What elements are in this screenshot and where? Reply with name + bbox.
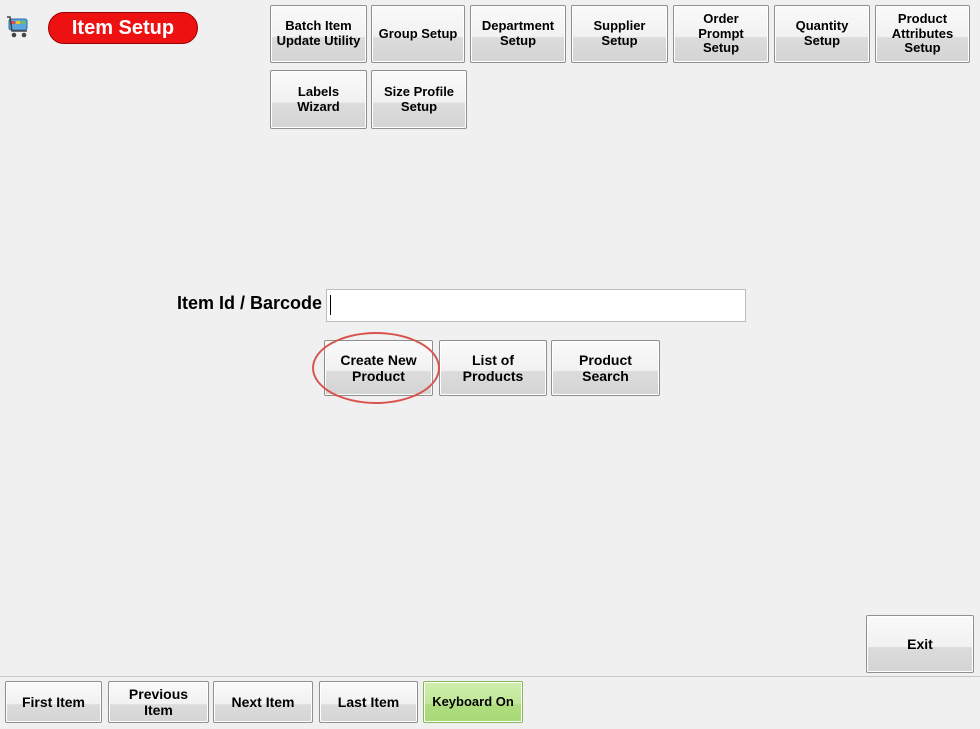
department-setup-button[interactable]: Department Setup [470,5,566,63]
first-item-button[interactable]: First Item [5,681,102,723]
supplier-setup-button[interactable]: Supplier Setup [571,5,668,63]
page-title: Item Setup [48,12,198,44]
exit-button[interactable]: Exit [866,615,974,673]
labels-wizard-button[interactable]: Labels Wizard [270,70,367,129]
product-attributes-setup-button[interactable]: Product Attributes Setup [875,5,970,63]
text-cursor [330,295,331,315]
keyboard-on-toggle[interactable]: Keyboard On [423,681,523,723]
create-new-product-button[interactable]: Create New Product [324,340,433,396]
batch-item-update-utility-button[interactable]: Batch Item Update Utility [270,5,367,63]
list-of-products-button[interactable]: List of Products [439,340,547,396]
item-id-barcode-input[interactable] [326,289,746,322]
last-item-button[interactable]: Last Item [319,681,418,723]
item-id-barcode-label: Item Id / Barcode [176,293,322,313]
previous-item-button[interactable]: Previous Item [108,681,209,723]
product-search-button[interactable]: Product Search [551,340,660,396]
shopping-cart-icon [6,14,32,40]
size-profile-setup-button[interactable]: Size Profile Setup [371,70,467,129]
order-prompt-setup-button[interactable]: Order Prompt Setup [673,5,769,63]
group-setup-button[interactable]: Group Setup [371,5,465,63]
next-item-button[interactable]: Next Item [213,681,313,723]
quantity-setup-button[interactable]: Quantity Setup [774,5,870,63]
